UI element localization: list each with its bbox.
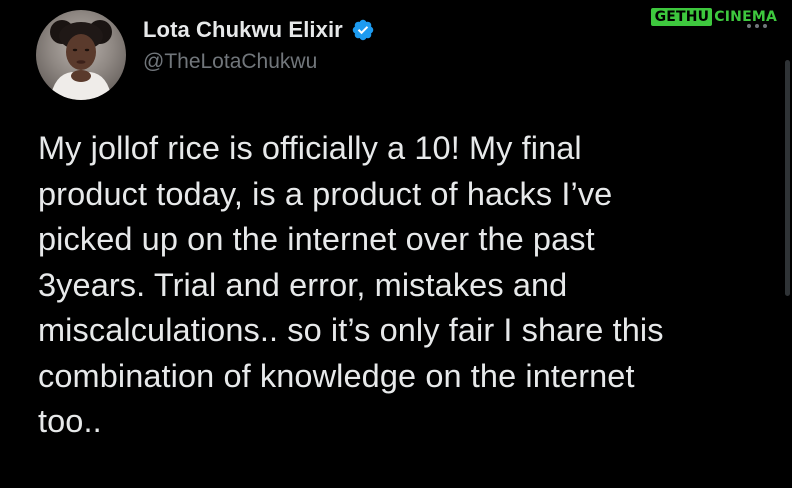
verified-badge-icon bbox=[351, 18, 375, 42]
more-options-icon[interactable] bbox=[747, 24, 767, 28]
tweet-text-line: too.. bbox=[38, 403, 102, 439]
author-handle[interactable]: @TheLotaChukwu bbox=[143, 50, 317, 74]
tweet-text-line: 3years. Trial and error, mistakes and bbox=[38, 266, 568, 303]
scrollbar[interactable] bbox=[785, 60, 790, 296]
more-dot bbox=[755, 24, 759, 28]
tweet-text-line: picked up on the internet over the past bbox=[38, 221, 595, 257]
tweet-text-line: product today, is a product of hacks I’v… bbox=[38, 175, 613, 212]
watermark-box-text: GETHU bbox=[650, 8, 713, 26]
tweet-text-line: combination of knowledge on the internet bbox=[38, 357, 635, 394]
tweet-text: My jollof rice is officially a 10! My fi… bbox=[38, 126, 778, 445]
more-dot bbox=[763, 24, 767, 28]
avatar-photo bbox=[50, 20, 112, 100]
author-display-name[interactable]: Lota Chukwu Elixir bbox=[143, 17, 343, 43]
tweet-text-line: miscalculations.. so it’s only fair I sh… bbox=[38, 312, 664, 348]
author-name-row: Lota Chukwu Elixir bbox=[143, 13, 375, 47]
tweet-card: Lota Chukwu Elixir @TheLotaChukwu GETHU … bbox=[0, 0, 792, 488]
tweet-text-line: My jollof rice is officially a 10! My fi… bbox=[38, 130, 582, 166]
watermark-text: CINEMA bbox=[714, 9, 777, 25]
avatar[interactable] bbox=[36, 10, 126, 100]
more-dot bbox=[747, 24, 751, 28]
